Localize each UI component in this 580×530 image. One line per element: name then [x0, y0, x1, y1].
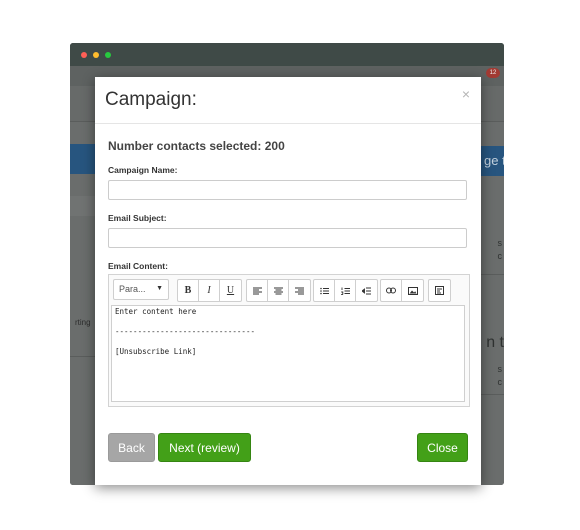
paragraph-format-value: Para... — [119, 284, 146, 294]
close-icon[interactable]: × — [462, 86, 470, 102]
email-content-label: Email Content: — [108, 261, 168, 271]
text-style-group: B I U — [177, 279, 242, 302]
source-code-button[interactable] — [429, 280, 450, 301]
modal-header: Campaign: × — [95, 77, 481, 124]
maximize-window-dot[interactable] — [105, 52, 111, 58]
bullet-list-icon — [319, 287, 329, 294]
bold-button[interactable]: B — [178, 280, 199, 301]
background-divider — [479, 274, 504, 275]
background-divider — [70, 356, 97, 357]
alignment-group — [246, 279, 311, 302]
email-body-line: ------------------------------- — [115, 327, 255, 336]
email-content-editor: Para... ▼ B I U Enter content here -----… — [108, 274, 470, 407]
outdent-icon — [362, 287, 371, 294]
align-left-icon — [252, 287, 262, 294]
background-divider — [479, 394, 504, 395]
email-body-editor[interactable]: Enter content here ---------------------… — [111, 305, 465, 402]
numbered-list-button[interactable] — [335, 280, 356, 301]
next-review-button[interactable]: Next (review) — [158, 433, 251, 462]
email-body-line: [Unsubscribe Link] — [115, 347, 197, 356]
background-right-text: s — [497, 364, 503, 374]
list-group — [313, 279, 378, 302]
email-subject-input[interactable] — [108, 228, 467, 248]
window-titlebar — [70, 43, 504, 66]
underline-button[interactable]: U — [220, 280, 241, 301]
background-banner-left — [70, 144, 97, 174]
minimize-window-dot[interactable] — [93, 52, 99, 58]
close-window-dot[interactable] — [81, 52, 87, 58]
email-subject-label: Email Subject: — [108, 213, 167, 223]
background-right-text: n t — [486, 334, 504, 351]
numbered-list-icon — [340, 287, 350, 295]
code-view-icon — [435, 286, 444, 295]
bullet-list-button[interactable] — [314, 280, 335, 301]
extra-group — [428, 279, 451, 302]
caret-down-icon: ▼ — [156, 285, 163, 292]
editor-toolbar: Para... ▼ B I U — [109, 275, 469, 305]
paragraph-format-select[interactable]: Para... ▼ — [113, 279, 169, 300]
link-icon — [386, 287, 396, 294]
email-body-line: Enter content here — [115, 307, 197, 316]
contacts-selected-text: Number contacts selected: 200 — [108, 139, 285, 153]
background-right-text: s — [497, 238, 503, 248]
background-banner-text: ge t — [484, 153, 504, 168]
align-right-icon — [295, 287, 304, 294]
image-icon — [407, 286, 418, 295]
align-center-icon — [273, 287, 283, 294]
outdent-button[interactable] — [356, 280, 377, 301]
campaign-name-label: Campaign Name: — [108, 165, 178, 175]
align-right-button[interactable] — [289, 280, 310, 301]
campaign-name-input[interactable] — [108, 180, 467, 200]
close-button[interactable]: Close — [417, 433, 468, 462]
campaign-modal: Campaign: × Number contacts selected: 20… — [95, 77, 481, 485]
back-button[interactable]: Back — [108, 433, 155, 462]
notification-badge: 12 — [486, 68, 500, 78]
italic-button[interactable]: I — [199, 280, 220, 301]
insert-image-button[interactable] — [402, 280, 423, 301]
background-right-text: c — [497, 377, 503, 387]
background-left-text: rting — [75, 318, 91, 327]
background-left-block — [70, 196, 97, 216]
align-left-button[interactable] — [247, 280, 268, 301]
align-center-button[interactable] — [268, 280, 289, 301]
background-banner-right: ge t — [479, 146, 504, 176]
insert-link-button[interactable] — [381, 280, 402, 301]
modal-title: Campaign: — [105, 89, 197, 110]
insert-group — [380, 279, 424, 302]
background-right-text: c — [497, 251, 503, 261]
